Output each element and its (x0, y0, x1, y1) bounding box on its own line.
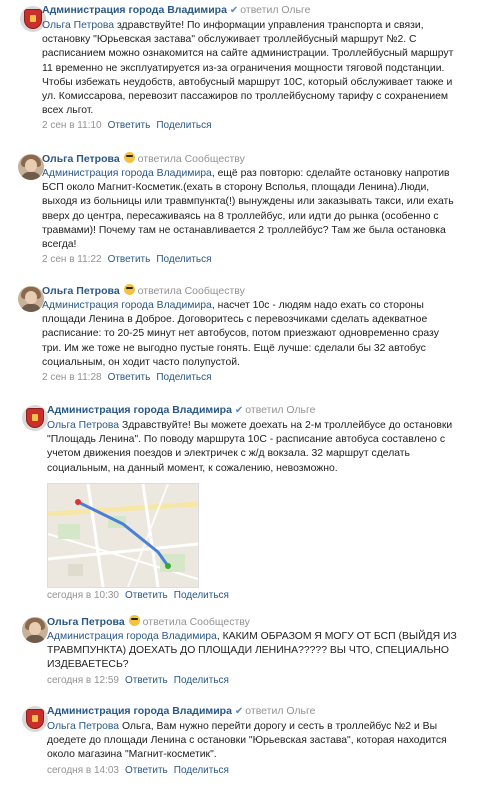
comment-meta: 2 сен в 11:28 Ответить Поделиться (42, 371, 439, 385)
comment-header: Администрация города Владимира ✔ ответил О… (47, 704, 447, 719)
map-attachment[interactable] (47, 483, 199, 588)
comment-text: Ольга Петрова Здравствуйте! Вы можете до… (47, 420, 453, 474)
route-map-image (48, 484, 198, 587)
share-link[interactable]: Поделиться (156, 254, 211, 265)
comment-date[interactable]: 2 сен в 11:22 (42, 254, 102, 265)
comment-header: Ольга Петрова ответила Сообществу (42, 284, 439, 298)
comment-meta: сегодня в 14:03 Ответить Поделиться (47, 764, 447, 778)
comment-meta: 2 сен в 11:10 Ответить Поделиться (42, 119, 453, 133)
comment-date[interactable]: сегодня в 12:59 (47, 675, 119, 686)
reply-link[interactable]: Ответить (108, 372, 151, 383)
coat-of-arms-icon (24, 9, 42, 29)
verified-icon: ✔ (234, 405, 244, 416)
coat-of-arms-icon (26, 709, 44, 729)
avatar[interactable] (22, 706, 48, 732)
avatar[interactable] (18, 286, 44, 312)
share-link[interactable]: Поделиться (156, 120, 211, 131)
reply-link[interactable]: Ответить (125, 590, 168, 601)
reply-to-label: ответила Сообществу (137, 153, 245, 165)
author-name[interactable]: Ольга Петрова (42, 153, 120, 165)
share-link[interactable]: Поделиться (174, 675, 229, 686)
reply-to-label: ответил Ольге (240, 4, 311, 16)
comment-meta: сегодня в 10:30 Ответить Поделиться (47, 589, 229, 603)
reply-link[interactable]: Ответить (108, 120, 151, 131)
comment-header: Ольга Петрова ответила Сообществу (47, 615, 457, 629)
comment-text: Ольга Петрова Ольга, Вам нужно перейти д… (47, 721, 447, 761)
coat-of-arms-icon (26, 408, 44, 428)
sunglasses-emoji-icon (128, 615, 140, 626)
avatar[interactable] (18, 154, 44, 180)
avatar[interactable] (22, 617, 48, 643)
comment-text: Администрация города Владимира, насчет 1… (42, 300, 439, 368)
reply-to-label: ответила Сообществу (137, 285, 245, 297)
sunglasses-emoji-icon (123, 284, 135, 295)
reply-to-label: ответил Ольге (245, 705, 316, 717)
comment-date[interactable]: 2 сен в 11:28 (42, 372, 102, 383)
author-name[interactable]: Администрация города Владимира (42, 4, 227, 16)
mention-link[interactable]: Ольга Петрова (42, 20, 114, 31)
reply-link[interactable]: Ответить (108, 254, 151, 265)
comment-header: Администрация города Владимира ✔ ответил О… (42, 3, 453, 18)
comment-meta: 2 сен в 11:22 Ответить Поделиться (42, 253, 454, 267)
reply-link[interactable]: Ответить (125, 765, 168, 776)
share-link[interactable]: Поделиться (174, 765, 229, 776)
mention-link[interactable]: Ольга Петрова (47, 420, 119, 431)
reply-to-label: ответила Сообществу (142, 616, 250, 628)
comment-date[interactable]: сегодня в 14:03 (47, 765, 119, 776)
comment-text: Ольга Петрова здравствуйте! По информаци… (42, 20, 454, 117)
mention-link[interactable]: Ольга Петрова (47, 721, 119, 732)
mention-link[interactable]: Администрация города Владимира (42, 168, 212, 179)
share-link[interactable]: Поделиться (156, 372, 211, 383)
verified-icon: ✔ (234, 706, 244, 717)
comment-text: Администрация города Владимира, ещё раз … (42, 168, 454, 251)
comment-header: Ольга Петрова ответила Сообществу (42, 152, 454, 166)
mention-link[interactable]: Администрация города Владимира (42, 300, 212, 311)
comment-date[interactable]: сегодня в 10:30 (47, 590, 119, 601)
author-name[interactable]: Администрация города Владимира (47, 705, 232, 717)
mention-link[interactable]: Администрация города Владимира (47, 631, 217, 642)
avatar[interactable] (22, 405, 48, 431)
verified-icon: ✔ (229, 5, 239, 16)
author-name[interactable]: Администрация города Владимира (47, 404, 232, 416)
sunglasses-emoji-icon (123, 152, 135, 163)
author-name[interactable]: Ольга Петрова (47, 616, 125, 628)
comment-header: Администрация города Владимира ✔ ответил О… (47, 403, 452, 418)
comment-text: Администрация города Владимира, КАКИМ ОБ… (47, 631, 457, 671)
reply-to-label: ответил Ольге (245, 404, 316, 416)
comment-meta: сегодня в 12:59 Ответить Поделиться (47, 674, 457, 688)
share-link[interactable]: Поделиться (174, 590, 229, 601)
author-name[interactable]: Ольга Петрова (42, 285, 120, 297)
comment-date[interactable]: 2 сен в 11:10 (42, 120, 102, 131)
reply-link[interactable]: Ответить (125, 675, 168, 686)
